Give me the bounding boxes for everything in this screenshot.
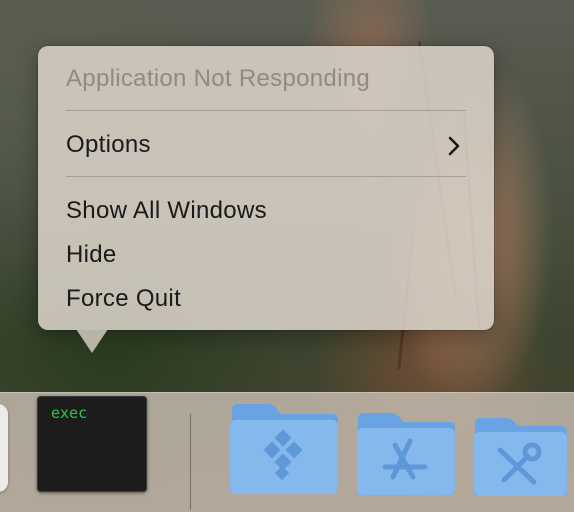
dock-divider — [190, 414, 191, 510]
terminal-icon[interactable]: exec — [37, 396, 147, 492]
folder-workspace-icon[interactable] — [228, 402, 340, 496]
terminal-icon-label: exec — [51, 404, 88, 422]
chevron-right-icon — [448, 136, 460, 156]
menu-item-force-quit[interactable]: Force Quit — [66, 284, 466, 314]
dock-context-menu: Application Not Responding Options Show … — [38, 46, 494, 330]
menu-item-options[interactable]: Options — [66, 130, 466, 160]
menu-header-not-responding: Application Not Responding — [66, 65, 370, 92]
folder-applications-icon[interactable] — [355, 411, 457, 497]
folder-utilities-icon[interactable] — [472, 416, 568, 498]
menu-pointer-tail — [76, 329, 108, 353]
menu-separator — [66, 110, 466, 111]
menu-item-hide[interactable]: Hide — [66, 240, 466, 270]
menu-separator — [66, 176, 466, 177]
menu-item-show-all-windows[interactable]: Show All Windows — [66, 196, 466, 226]
dock-app-icon-partial[interactable] — [0, 404, 8, 492]
